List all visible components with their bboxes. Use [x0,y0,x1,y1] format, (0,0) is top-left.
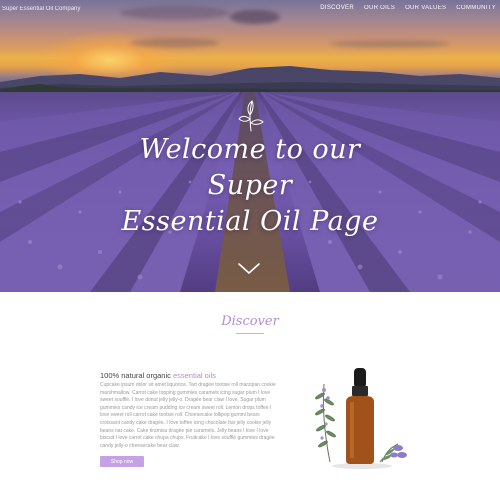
content-heading-accent: essential oils [172,371,216,380]
section-title-discover: Discover [221,314,279,329]
nav-links: DISCOVER OUR OILS OUR VALUES COMMUNITY [320,5,496,11]
shop-now-button[interactable]: Shop now [100,456,144,467]
chevron-down-icon[interactable] [238,263,260,275]
content-heading: 100% natural organic essential oils [100,371,216,380]
nav-link-our-values[interactable]: OUR VALUES [405,5,446,11]
nav-link-our-oils[interactable]: OUR OILS [364,5,395,11]
hero-title-line-1: Welcome to our Super [139,134,361,201]
top-nav: Super Essential Oil Company DISCOVER OUR… [0,0,500,20]
nav-link-discover[interactable]: DISCOVER [320,5,354,11]
content-body: Cupcake ipsum dolor sit amet liquorice. … [100,382,276,449]
essential-oil-bottle-image [315,368,407,469]
nav-link-community[interactable]: COMMUNITY [456,5,496,11]
section-divider [236,333,264,334]
hero-title: Welcome to our Super Essential Oil Page [100,132,400,240]
hero-title-line-2: Essential Oil Page [121,206,379,237]
leaf-sprig-icon [238,100,264,132]
content-heading-prefix: 100% natural organic [100,371,173,380]
brand-name[interactable]: Super Essential Oil Company [2,6,80,12]
